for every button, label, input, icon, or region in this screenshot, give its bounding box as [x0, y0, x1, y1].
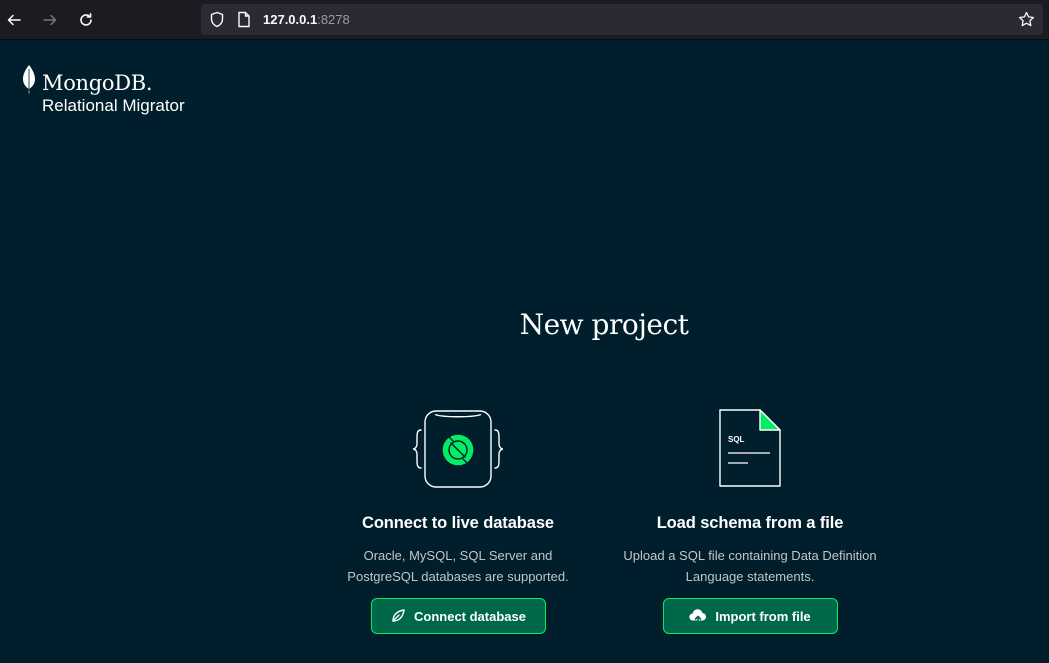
address-bar[interactable]: 127.0.0.1:8278 [201, 4, 1043, 35]
card-description: Oracle, MySQL, SQL Server and PostgreSQL… [347, 548, 569, 584]
button-label: Import from file [715, 608, 811, 624]
load-schema-file-card: SQL Load schema from a file Upload a SQL… [620, 408, 880, 634]
forward-button[interactable] [38, 8, 62, 32]
connect-database-button[interactable]: Connect database [370, 598, 546, 634]
database-connect-icon [413, 410, 503, 488]
sql-file-icon: SQL [719, 409, 781, 487]
mongodb-leaf-icon [23, 65, 35, 95]
browser-toolbar: 127.0.0.1:8278 [0, 0, 1049, 40]
import-from-file-button[interactable]: Import from file [662, 598, 838, 634]
arrow-left-icon [7, 14, 21, 26]
page-title: New project [519, 308, 689, 341]
card-title: Connect to live database [362, 514, 554, 532]
logo-name: MongoDB. [42, 71, 153, 95]
bookmark-star-icon[interactable] [1018, 11, 1035, 28]
logo-product-name: Relational Migrator [42, 96, 185, 115]
card-illustration: SQL [620, 408, 880, 492]
card-description: Upload a SQL file containing Data Defini… [623, 548, 877, 584]
reload-icon [80, 13, 92, 26]
reload-button[interactable] [74, 8, 98, 32]
back-button[interactable] [2, 8, 26, 32]
leaf-icon [392, 609, 405, 622]
page-icon [238, 11, 250, 28]
url-text[interactable]: 127.0.0.1:8278 [263, 12, 350, 28]
connect-live-database-card: Connect to live database Oracle, MySQL, … [328, 408, 588, 634]
button-label: Connect database [414, 608, 526, 624]
url-host: 127.0.0.1 [263, 12, 318, 27]
arrow-right-icon [43, 14, 57, 26]
sql-file-label: SQL [728, 435, 745, 444]
card-illustration [328, 408, 588, 492]
cloud-upload-icon [689, 609, 707, 624]
url-port: :8278 [317, 12, 350, 27]
shield-icon[interactable] [209, 11, 225, 28]
card-title: Load schema from a file [656, 514, 844, 532]
